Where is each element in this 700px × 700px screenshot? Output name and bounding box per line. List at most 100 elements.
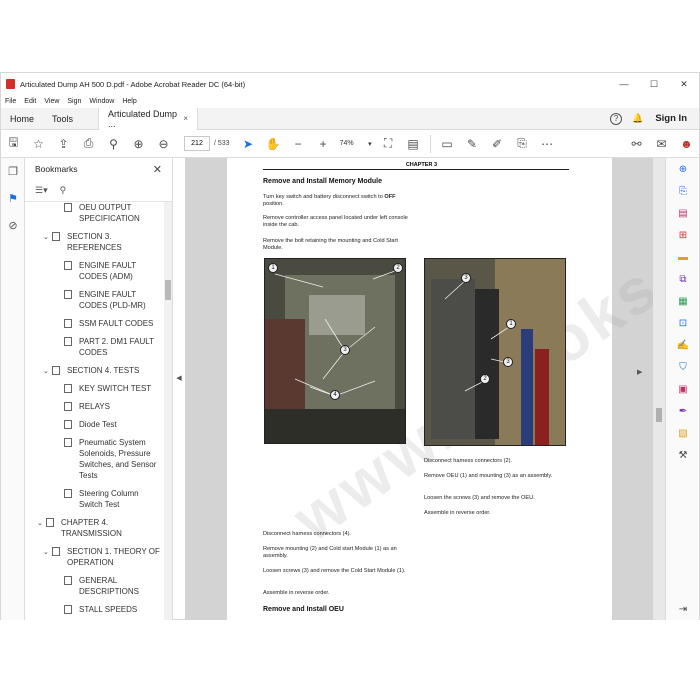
left-navigation-rail: ❐ ⚑ ⊘: [1, 158, 25, 620]
select-cursor-icon[interactable]: ➤: [236, 130, 261, 158]
zoom-search-icon[interactable]: ⚲: [101, 130, 126, 158]
menu-view[interactable]: View: [44, 98, 59, 105]
pen-icon[interactable]: ✎: [460, 130, 485, 158]
menu-file[interactable]: File: [5, 98, 16, 105]
upload-icon[interactable]: ⇪: [51, 130, 76, 158]
maximize-button[interactable]: ☐: [639, 73, 669, 95]
bookmark-item[interactable]: RELAYS: [55, 401, 110, 412]
page-up-icon[interactable]: ⊕: [126, 130, 151, 158]
share-link-icon[interactable]: ⚯: [624, 130, 649, 158]
oeu-step-assemble: Assemble in reverse order.: [424, 510, 491, 516]
bookmark-item[interactable]: Diode Test: [55, 419, 117, 430]
bookmark-options-icon[interactable]: ☰▾: [35, 185, 48, 196]
bookmark-item[interactable]: ENGINE FAULT CODES (ADM): [55, 260, 136, 282]
chevron-down-icon[interactable]: ⌄: [43, 366, 52, 377]
minimize-button[interactable]: —: [609, 73, 639, 95]
step-text-end: position.: [263, 201, 284, 207]
bookmark-item[interactable]: ENGINE FAULT CODES (PLD-MR): [55, 289, 146, 311]
bookmark-icon: [64, 420, 72, 429]
bookmark-search-icon[interactable]: ⚲: [60, 185, 67, 196]
bookmark-label-line: KEY SWITCH TEST: [79, 384, 152, 393]
edit-pdf-icon[interactable]: ▤: [666, 202, 700, 224]
attachments-icon[interactable]: ⊘: [1, 212, 25, 239]
bookmark-icon: [64, 290, 72, 299]
send-for-review-icon[interactable]: ✒: [666, 400, 700, 422]
tab-document[interactable]: Articulated Dump ... ×: [98, 107, 199, 130]
more-tools-icon[interactable]: ⚒: [666, 444, 700, 466]
bell-icon[interactable]: 🔔: [632, 113, 643, 124]
close-window-button[interactable]: ✕: [669, 73, 699, 95]
fit-page-icon[interactable]: ⛶: [376, 130, 401, 158]
expand-rail-icon[interactable]: ⇥: [666, 598, 700, 620]
zoom-select[interactable]: 74% ▾: [336, 136, 376, 151]
save-icon[interactable]: 🖫: [1, 130, 26, 158]
collapse-left-panel-icon[interactable]: ◀: [173, 363, 185, 393]
bookmark-icon: [52, 366, 60, 375]
scan-ocr-icon[interactable]: ⊡: [666, 312, 700, 334]
bookmark-item[interactable]: ⌄ SECTION 3. REFERENCES: [43, 231, 122, 253]
combine-files-icon[interactable]: ⧉: [666, 268, 700, 290]
chevron-down-icon[interactable]: ⌄: [43, 547, 52, 558]
bookmarks-icon[interactable]: ⚑: [1, 185, 25, 212]
tab-close-icon[interactable]: ×: [183, 114, 188, 123]
bookmark-item[interactable]: STALL SPEEDS: [55, 604, 137, 615]
bookmark-label-line: ENGINE FAULT: [79, 290, 137, 299]
bookmark-item[interactable]: GENERAL DESCRIPTIONS: [55, 575, 139, 597]
bookmark-item[interactable]: ⌄ CHAPTER 4. TRANSMISSION: [37, 517, 122, 539]
bookmark-item[interactable]: Pneumatic System Solenoids, Pressure Switc…: [55, 437, 156, 481]
zoom-tool-icon[interactable]: ⊕: [666, 158, 700, 180]
export-pdf-icon[interactable]: ⊞: [666, 224, 700, 246]
tab-tools[interactable]: Tools: [43, 108, 82, 130]
bookmark-item[interactable]: KEY SWITCH TEST: [55, 383, 151, 394]
menu-edit[interactable]: Edit: [24, 98, 36, 105]
toolbar-separator: [429, 134, 431, 153]
bookmark-item[interactable]: ⌄ SECTION 4. TESTS: [43, 365, 139, 377]
tab-home[interactable]: Home: [1, 108, 43, 130]
more-icon[interactable]: ⋯: [535, 130, 560, 158]
print-icon[interactable]: ⎙: [76, 130, 101, 158]
create-pdf-icon[interactable]: ⎘: [666, 180, 700, 202]
stamp-icon[interactable]: ⎘: [510, 130, 535, 158]
hand-icon[interactable]: ✋: [261, 130, 286, 158]
bookmark-item[interactable]: ⌄ SECTION 1. THEORY OF OPERATION: [43, 546, 160, 568]
collapse-right-panel-icon[interactable]: ▶: [637, 368, 642, 376]
organize-pages-icon[interactable]: ▦: [666, 290, 700, 312]
comment-tool-icon[interactable]: ▬: [666, 246, 700, 268]
sign-in-button[interactable]: Sign In: [655, 113, 687, 124]
highlight-icon[interactable]: ✐: [485, 130, 510, 158]
email-icon[interactable]: ✉: [649, 130, 674, 158]
comment-icon[interactable]: ▭: [435, 130, 460, 158]
scrollbar-thumb[interactable]: [165, 280, 171, 300]
zoom-out-icon[interactable]: −: [286, 130, 311, 158]
chevron-down-icon[interactable]: ⌄: [43, 232, 52, 243]
page-thumbnails-icon[interactable]: ❐: [1, 158, 25, 185]
prepare-form-icon[interactable]: ▧: [666, 422, 700, 444]
bookmark-label-line: SECTION 3.: [67, 232, 112, 241]
bookmarks-scrollbar[interactable]: [164, 202, 172, 620]
menu-window[interactable]: Window: [89, 98, 114, 105]
page-number-input[interactable]: 212: [184, 136, 210, 151]
fill-sign-icon[interactable]: ✍: [666, 334, 700, 356]
bookmark-item[interactable]: Steering Column Switch Test: [55, 488, 139, 510]
close-icon[interactable]: ✕: [153, 163, 162, 176]
bookmark-label-line: Diode Test: [79, 420, 117, 429]
zoom-in-icon[interactable]: +: [311, 130, 336, 158]
menu-sign[interactable]: Sign: [67, 98, 81, 105]
account-icon[interactable]: ☻: [674, 130, 699, 158]
document-viewport[interactable]: www.ebooks.com CHAPTER 3 Remove and Inst…: [185, 158, 657, 620]
protect-icon[interactable]: ⛉: [666, 356, 700, 378]
document-scrollbar-thumb[interactable]: [656, 408, 662, 422]
chevron-down-icon[interactable]: ⌄: [37, 518, 46, 529]
title-bar: Articulated Dump AH 500 D.pdf - Adobe Ac…: [1, 73, 699, 95]
bookmark-item[interactable]: SSM FAULT CODES: [55, 318, 153, 329]
star-icon[interactable]: ☆: [26, 130, 51, 158]
document-scrollbar[interactable]: [653, 158, 665, 620]
request-signature-icon[interactable]: ▣: [666, 378, 700, 400]
help-icon[interactable]: ?: [610, 112, 623, 125]
menu-help[interactable]: Help: [122, 98, 136, 105]
bookmark-item[interactable]: OEU OUTPUT SPECIFICATION: [55, 202, 140, 224]
page-down-icon[interactable]: ⊖: [151, 130, 176, 158]
bookmark-item[interactable]: PART 2. DM1 FAULT CODES: [55, 336, 154, 358]
scroll-mode-icon[interactable]: ▤: [401, 130, 426, 158]
bookmark-label-line: CHAPTER 4.: [61, 518, 109, 527]
